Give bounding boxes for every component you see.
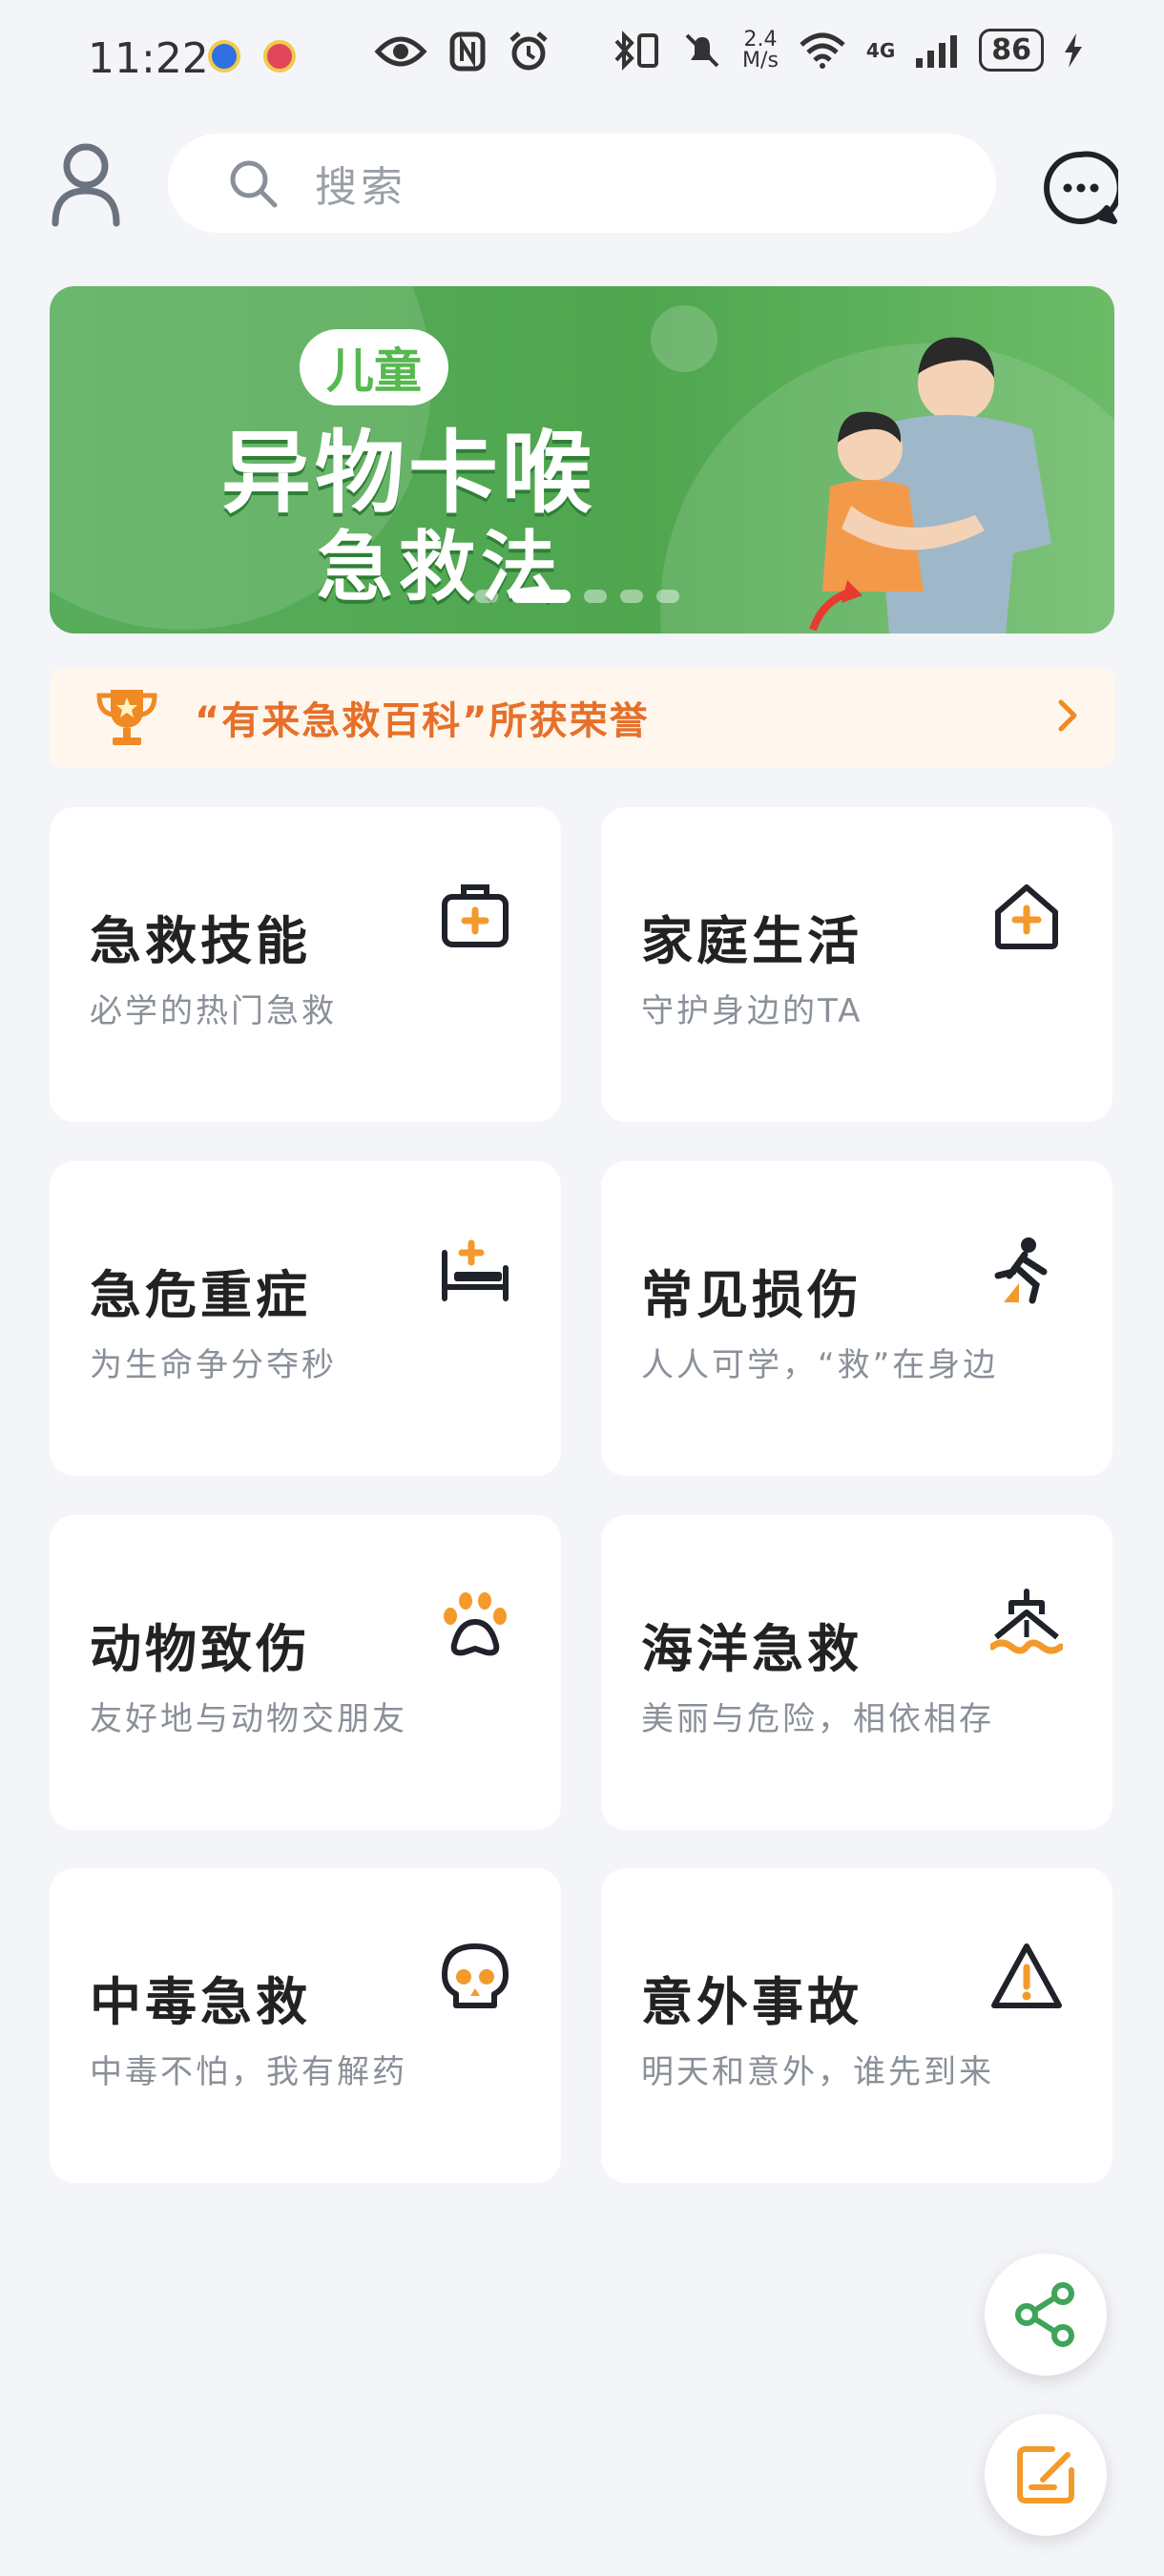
signal-icon: [916, 34, 958, 68]
top-bar: 搜索: [0, 124, 1164, 239]
net-speed: 2.4 M/s: [742, 27, 779, 73]
alarm-icon: [509, 31, 548, 71]
feedback-button[interactable]: [985, 2414, 1107, 2536]
category-card-common-injuries[interactable]: 常见损伤 人人可学，“救”在身边: [601, 1161, 1112, 1476]
battery-level: 86: [979, 29, 1044, 72]
status-time: 11:22: [88, 34, 209, 83]
card-subtitle: 明天和意外，谁先到来: [641, 2053, 994, 2091]
pagination-dot[interactable]: [584, 590, 607, 603]
card-subtitle: 为生命争分夺秒: [90, 1346, 337, 1384]
banner-tag: 儿童: [300, 329, 448, 405]
category-card-poisoning[interactable]: 中毒急救 中毒不怕，我有解药: [50, 1868, 561, 2183]
wifi-icon: [800, 32, 845, 69]
status-bar: 11:22 2.4 M/s 4G 86: [0, 0, 1164, 114]
card-subtitle: 必学的热门急救: [90, 992, 337, 1030]
honor-text: “有来急救百科”所获荣誉: [195, 699, 650, 743]
card-title: 急危重症: [90, 1265, 311, 1325]
pagination-dot[interactable]: [620, 590, 643, 603]
home-medical-icon: [995, 884, 1058, 949]
card-title: 家庭生活: [641, 911, 863, 971]
mute-icon: [685, 33, 719, 67]
share-button[interactable]: [985, 2254, 1107, 2376]
skull-icon: [442, 1943, 509, 2008]
status-icons-left: [374, 31, 550, 73]
category-card-first-aid-skills[interactable]: 急救技能 必学的热门急救: [50, 807, 561, 1122]
card-title: 常见损伤: [641, 1265, 863, 1325]
card-subtitle: 守护身边的TA: [641, 992, 863, 1030]
category-card-critical-illness[interactable]: 急危重症 为生命争分夺秒: [50, 1161, 561, 1476]
card-subtitle: 中毒不怕，我有解药: [90, 2053, 407, 2091]
network-type: 4G: [865, 38, 896, 62]
category-card-marine-rescue[interactable]: 海洋急救 美丽与危险，相依相存: [601, 1515, 1112, 1830]
search-bar[interactable]: 搜索: [168, 134, 996, 233]
card-title: 意外事故: [641, 1972, 863, 2032]
category-card-family-life[interactable]: 家庭生活 守护身边的TA: [601, 807, 1112, 1122]
paw-icon: [444, 1592, 507, 1656]
app-notification-icon: [208, 40, 240, 73]
hospital-bed-icon: [442, 1239, 509, 1301]
fall-injury-icon: [994, 1237, 1048, 1304]
bluetooth-battery-icon: [614, 30, 659, 71]
pagination-dot-active[interactable]: [511, 590, 571, 603]
card-subtitle: 人人可学，“救”在身边: [641, 1346, 999, 1384]
card-subtitle: 美丽与危险，相依相存: [641, 1700, 994, 1738]
edit-note-icon: [1017, 2446, 1074, 2503]
heimlich-illustration: [809, 337, 1051, 634]
ship-icon: [990, 1589, 1063, 1654]
search-icon: [230, 160, 278, 208]
warning-icon: [991, 1943, 1062, 2008]
card-title: 中毒急救: [90, 1972, 311, 2032]
card-subtitle: 友好地与动物交朋友: [90, 1700, 407, 1738]
status-icons-right: 2.4 M/s 4G 86: [611, 29, 1084, 72]
banner-pagination: [475, 590, 679, 603]
honor-banner[interactable]: “有来急救百科”所获荣誉: [50, 668, 1114, 767]
card-title: 急救技能: [90, 911, 311, 971]
first-aid-kit-icon: [442, 884, 509, 947]
chevron-right-icon: [1058, 699, 1077, 732]
user-avatar-icon[interactable]: [50, 141, 122, 227]
share-icon: [1015, 2282, 1074, 2347]
eye-icon: [374, 36, 427, 67]
charging-icon: [1065, 32, 1082, 68]
category-card-accidents[interactable]: 意外事故 明天和意外，谁先到来: [601, 1868, 1112, 2183]
card-title: 动物致伤: [90, 1619, 311, 1679]
category-card-animal-injuries[interactable]: 动物致伤 友好地与动物交朋友: [50, 1515, 561, 1830]
message-icon[interactable]: [1044, 151, 1118, 225]
search-placeholder: 搜索: [315, 163, 406, 212]
pagination-dot[interactable]: [475, 590, 498, 603]
promo-banner[interactable]: 儿童 异物卡喉 急救法: [50, 286, 1114, 634]
app-notification-icon-2: [263, 40, 296, 73]
card-title: 海洋急救: [641, 1619, 863, 1679]
nfc-icon: [449, 31, 486, 72]
trophy-icon: [96, 690, 157, 745]
pagination-dot[interactable]: [656, 590, 679, 603]
